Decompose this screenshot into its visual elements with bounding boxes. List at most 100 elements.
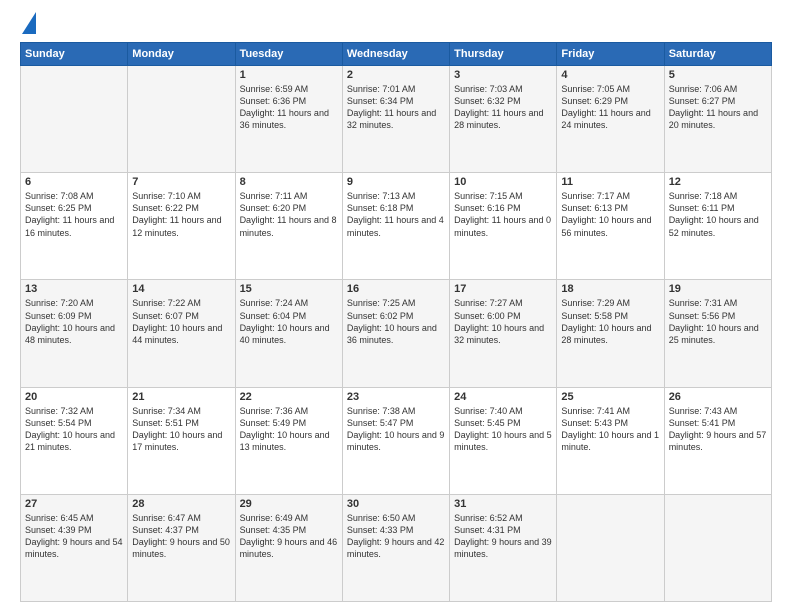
day-info: Sunrise: 7:36 AM Sunset: 5:49 PM Dayligh…	[240, 405, 338, 454]
calendar-cell: 15 Sunrise: 7:24 AM Sunset: 6:04 PM Dayli…	[235, 280, 342, 387]
day-info: Sunrise: 7:27 AM Sunset: 6:00 PM Dayligh…	[454, 297, 552, 346]
calendar-cell	[21, 66, 128, 173]
calendar-cell: 25Sunrise: 7:41 AM Sunset: 5:43 PM Dayli…	[557, 387, 664, 494]
calendar-cell: 6Sunrise: 7:08 AM Sunset: 6:25 PM Daylig…	[21, 173, 128, 280]
logo	[20, 16, 36, 34]
day-number: 27	[25, 498, 123, 510]
day-number: 9	[347, 176, 445, 188]
calendar-header: SundayMondayTuesdayWednesdayThursdayFrid…	[21, 43, 772, 66]
day-info: Sunrise: 7:29 AM Sunset: 5:58 PM Dayligh…	[561, 297, 659, 346]
calendar-body: 1 Sunrise: 6:59 AM Sunset: 6:36 PM Daylig…	[21, 66, 772, 602]
calendar-cell: 27 Sunrise: 6:45 AM Sunset: 4:39 PM Dayli…	[21, 494, 128, 601]
day-info: Sunrise: 7:01 AM Sunset: 6:34 PM Dayligh…	[347, 83, 445, 132]
day-number: 2	[347, 69, 445, 81]
calendar-table: SundayMondayTuesdayWednesdayThursdayFrid…	[20, 42, 772, 602]
calendar-cell: 23Sunrise: 7:38 AM Sunset: 5:47 PM Dayli…	[342, 387, 449, 494]
calendar-cell: 3Sunrise: 7:03 AM Sunset: 6:32 PM Daylig…	[450, 66, 557, 173]
calendar-cell: 29 Sunrise: 6:49 AM Sunset: 4:35 PM Dayli…	[235, 494, 342, 601]
day-number: 12	[669, 176, 767, 188]
day-info: Sunrise: 6:47 AM Sunset: 4:37 PM Dayligh…	[132, 512, 230, 561]
day-info: Sunrise: 7:13 AM Sunset: 6:18 PM Dayligh…	[347, 190, 445, 239]
day-info: Sunrise: 6:49 AM Sunset: 4:35 PM Dayligh…	[240, 512, 338, 561]
weekday-header-tuesday: Tuesday	[235, 43, 342, 66]
day-info: Sunrise: 7:38 AM Sunset: 5:47 PM Dayligh…	[347, 405, 445, 454]
calendar-cell: 21Sunrise: 7:34 AM Sunset: 5:51 PM Dayli…	[128, 387, 235, 494]
day-info: Sunrise: 7:05 AM Sunset: 6:29 PM Dayligh…	[561, 83, 659, 132]
day-number: 26	[669, 391, 767, 403]
day-number: 28	[132, 498, 230, 510]
day-number: 31	[454, 498, 552, 510]
calendar-cell: 8 Sunrise: 7:11 AM Sunset: 6:20 PM Daylig…	[235, 173, 342, 280]
logo-triangle-icon	[22, 12, 36, 34]
day-info: Sunrise: 7:41 AM Sunset: 5:43 PM Dayligh…	[561, 405, 659, 454]
week-row-5: 27 Sunrise: 6:45 AM Sunset: 4:39 PM Dayli…	[21, 494, 772, 601]
day-number: 15	[240, 283, 338, 295]
weekday-header-sunday: Sunday	[21, 43, 128, 66]
calendar-cell: 2 Sunrise: 7:01 AM Sunset: 6:34 PM Daylig…	[342, 66, 449, 173]
day-info: Sunrise: 7:17 AM Sunset: 6:13 PM Dayligh…	[561, 190, 659, 239]
day-number: 18	[561, 283, 659, 295]
calendar-cell: 13 Sunrise: 7:20 AM Sunset: 6:09 PM Dayli…	[21, 280, 128, 387]
day-info: Sunrise: 7:43 AM Sunset: 5:41 PM Dayligh…	[669, 405, 767, 454]
day-info: Sunrise: 7:31 AM Sunset: 5:56 PM Dayligh…	[669, 297, 767, 346]
day-number: 29	[240, 498, 338, 510]
day-info: Sunrise: 7:20 AM Sunset: 6:09 PM Dayligh…	[25, 297, 123, 346]
day-number: 16	[347, 283, 445, 295]
day-number: 21	[132, 391, 230, 403]
day-info: Sunrise: 7:03 AM Sunset: 6:32 PM Dayligh…	[454, 83, 552, 132]
day-info: Sunrise: 6:59 AM Sunset: 6:36 PM Dayligh…	[240, 83, 338, 132]
day-number: 11	[561, 176, 659, 188]
day-number: 5	[669, 69, 767, 81]
day-info: Sunrise: 7:24 AM Sunset: 6:04 PM Dayligh…	[240, 297, 338, 346]
day-info: Sunrise: 7:06 AM Sunset: 6:27 PM Dayligh…	[669, 83, 767, 132]
day-info: Sunrise: 7:22 AM Sunset: 6:07 PM Dayligh…	[132, 297, 230, 346]
weekday-header-friday: Friday	[557, 43, 664, 66]
day-number: 4	[561, 69, 659, 81]
day-info: Sunrise: 7:15 AM Sunset: 6:16 PM Dayligh…	[454, 190, 552, 239]
calendar-cell: 4 Sunrise: 7:05 AM Sunset: 6:29 PM Daylig…	[557, 66, 664, 173]
calendar-cell: 19 Sunrise: 7:31 AM Sunset: 5:56 PM Dayli…	[664, 280, 771, 387]
day-info: Sunrise: 7:11 AM Sunset: 6:20 PM Dayligh…	[240, 190, 338, 239]
calendar-cell: 30Sunrise: 6:50 AM Sunset: 4:33 PM Dayli…	[342, 494, 449, 601]
day-number: 14	[132, 283, 230, 295]
day-number: 19	[669, 283, 767, 295]
day-number: 30	[347, 498, 445, 510]
calendar-cell: 7 Sunrise: 7:10 AM Sunset: 6:22 PM Daylig…	[128, 173, 235, 280]
day-number: 10	[454, 176, 552, 188]
calendar-cell: 16Sunrise: 7:25 AM Sunset: 6:02 PM Dayli…	[342, 280, 449, 387]
calendar-cell: 20 Sunrise: 7:32 AM Sunset: 5:54 PM Dayli…	[21, 387, 128, 494]
calendar-cell	[664, 494, 771, 601]
day-info: Sunrise: 6:45 AM Sunset: 4:39 PM Dayligh…	[25, 512, 123, 561]
weekday-header-thursday: Thursday	[450, 43, 557, 66]
day-number: 8	[240, 176, 338, 188]
day-number: 13	[25, 283, 123, 295]
calendar-cell: 31Sunrise: 6:52 AM Sunset: 4:31 PM Dayli…	[450, 494, 557, 601]
calendar-cell: 11 Sunrise: 7:17 AM Sunset: 6:13 PM Dayli…	[557, 173, 664, 280]
calendar-cell: 18 Sunrise: 7:29 AM Sunset: 5:58 PM Dayli…	[557, 280, 664, 387]
calendar-cell: 17Sunrise: 7:27 AM Sunset: 6:00 PM Dayli…	[450, 280, 557, 387]
week-row-1: 1 Sunrise: 6:59 AM Sunset: 6:36 PM Daylig…	[21, 66, 772, 173]
day-number: 20	[25, 391, 123, 403]
week-row-4: 20 Sunrise: 7:32 AM Sunset: 5:54 PM Dayli…	[21, 387, 772, 494]
day-info: Sunrise: 7:10 AM Sunset: 6:22 PM Dayligh…	[132, 190, 230, 239]
day-number: 1	[240, 69, 338, 81]
calendar-cell	[557, 494, 664, 601]
day-number: 6	[25, 176, 123, 188]
weekday-header-monday: Monday	[128, 43, 235, 66]
day-number: 7	[132, 176, 230, 188]
calendar-cell: 28 Sunrise: 6:47 AM Sunset: 4:37 PM Dayli…	[128, 494, 235, 601]
weekday-header-saturday: Saturday	[664, 43, 771, 66]
page: SundayMondayTuesdayWednesdayThursdayFrid…	[0, 0, 792, 612]
calendar-cell: 22Sunrise: 7:36 AM Sunset: 5:49 PM Dayli…	[235, 387, 342, 494]
calendar-cell: 14 Sunrise: 7:22 AM Sunset: 6:07 PM Dayli…	[128, 280, 235, 387]
day-info: Sunrise: 7:32 AM Sunset: 5:54 PM Dayligh…	[25, 405, 123, 454]
calendar-cell: 1 Sunrise: 6:59 AM Sunset: 6:36 PM Daylig…	[235, 66, 342, 173]
calendar-cell: 9 Sunrise: 7:13 AM Sunset: 6:18 PM Daylig…	[342, 173, 449, 280]
calendar-cell: 10 Sunrise: 7:15 AM Sunset: 6:16 PM Dayli…	[450, 173, 557, 280]
week-row-2: 6Sunrise: 7:08 AM Sunset: 6:25 PM Daylig…	[21, 173, 772, 280]
calendar-cell: 24Sunrise: 7:40 AM Sunset: 5:45 PM Dayli…	[450, 387, 557, 494]
week-row-3: 13 Sunrise: 7:20 AM Sunset: 6:09 PM Dayli…	[21, 280, 772, 387]
day-number: 24	[454, 391, 552, 403]
calendar-cell	[128, 66, 235, 173]
header	[20, 16, 772, 34]
